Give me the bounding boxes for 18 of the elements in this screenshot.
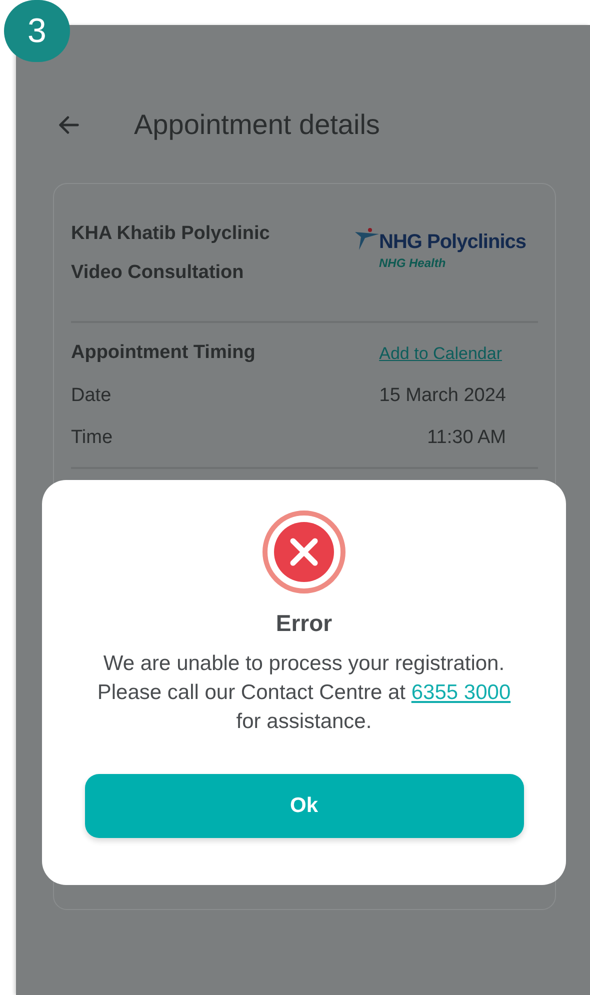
- ok-button[interactable]: Ok: [84, 774, 524, 838]
- section-title: Appointment Timing: [71, 341, 256, 365]
- error-message: We are unable to process your registration. Please call our Contact Centre at 6355 3000 for assistance.: [96, 650, 512, 734]
- row-label: Time: [71, 426, 113, 450]
- clinic-name: KHA Khatib Polyclinic: [71, 222, 270, 246]
- row-value: 15 March 2024: [379, 384, 506, 408]
- error-icon: [262, 510, 346, 594]
- service-type: Video Consultation: [71, 260, 245, 284]
- row-value: 11:30 AM: [427, 426, 506, 450]
- runner-logo-icon: [355, 228, 379, 250]
- step-badge: 3: [4, 0, 70, 62]
- logo-tagline: NHG Health: [379, 255, 447, 272]
- add-to-calendar-link[interactable]: Add to Calendar: [379, 340, 502, 366]
- page-title: Appointment details: [134, 108, 380, 142]
- row-label: Date: [71, 384, 112, 408]
- dialog-title: Error: [276, 609, 332, 638]
- phone-link[interactable]: 6355 3000: [411, 680, 511, 704]
- logo-name: NHG Polyclinics: [379, 232, 526, 252]
